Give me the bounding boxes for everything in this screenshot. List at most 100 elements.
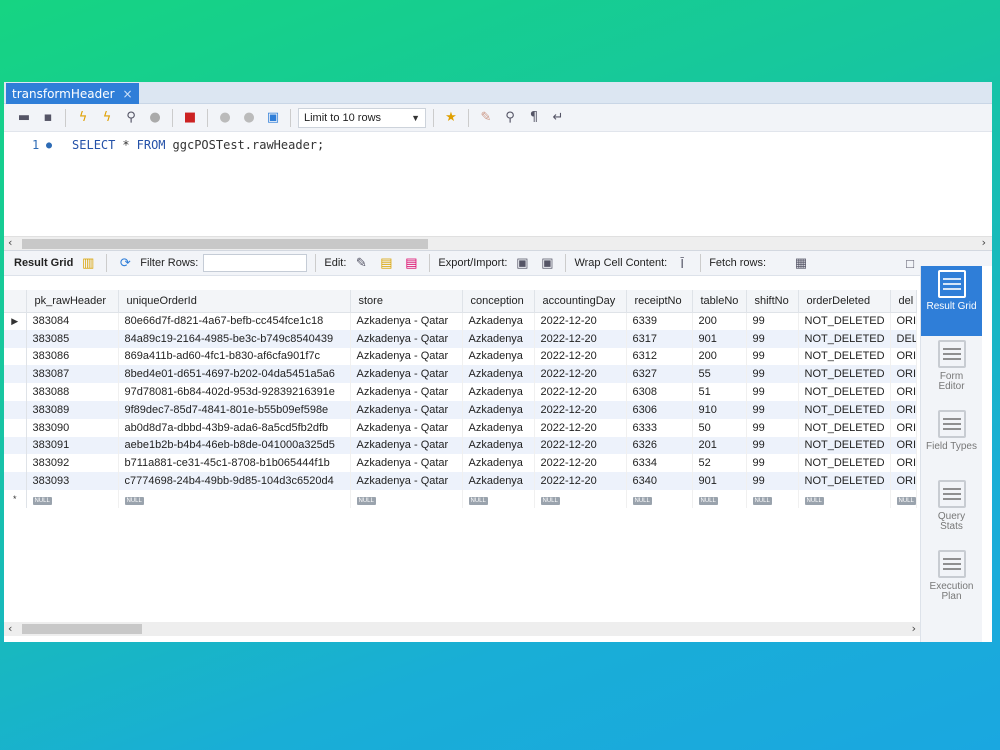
stop-icon[interactable]: ● — [145, 108, 165, 128]
table-cell[interactable]: ORI — [890, 472, 917, 490]
table-cell[interactable]: 99 — [746, 436, 799, 455]
wrap-icon[interactable]: ↵ — [548, 108, 568, 128]
table-row[interactable]: 383089 9f89dec7-85d7-4841-801e-b55b09ef59… — [4, 400, 917, 419]
table-cell[interactable]: DEL — [890, 329, 917, 348]
table-cell[interactable]: 2022-12-20 — [534, 383, 627, 401]
table-cell[interactable]: 55 — [692, 365, 747, 384]
column-header-orderDeleted[interactable]: orderDeleted — [798, 290, 891, 313]
table-cell[interactable]: 901 — [692, 472, 747, 490]
table-cell[interactable]: NOT_DELETED — [798, 312, 891, 330]
table-row[interactable]: 383092 b711a881-ce31-45c1-8708-b1b065444f… — [4, 454, 917, 473]
table-cell[interactable]: ORI — [890, 400, 917, 419]
side-tab-execution-plan[interactable]: Execution Plan — [921, 546, 982, 616]
grid-horizontal-scrollbar[interactable]: ‹ › — [4, 622, 920, 636]
table-cell[interactable]: ORI — [890, 436, 917, 455]
table-cell[interactable]: 383091 — [26, 436, 119, 455]
null-cell[interactable]: NULL — [350, 489, 463, 508]
table-cell[interactable]: Azkadenya — [462, 383, 535, 401]
table-cell[interactable]: 201 — [692, 436, 747, 455]
sql-editor[interactable]: 1 ● SELECT * FROM ggcPOSTest.rawHeader; — [4, 132, 992, 236]
toggle-panel-icon[interactable]: □ — [900, 253, 920, 273]
autocommit-icon[interactable]: ▣ — [263, 108, 283, 128]
column-header-receiptNo[interactable]: receiptNo — [626, 290, 693, 313]
find-icon[interactable]: ⚲ — [500, 108, 520, 128]
table-cell[interactable]: 383093 — [26, 472, 119, 490]
table-cell[interactable]: 6326 — [626, 436, 693, 455]
table-cell[interactable]: NOT_DELETED — [798, 418, 891, 437]
table-cell[interactable]: aebe1b2b-b4b4-46eb-b8de-041000a325d5 — [118, 436, 351, 455]
tab-transformheader[interactable]: transformHeader × — [6, 83, 139, 104]
row-header[interactable] — [4, 365, 27, 384]
edit-row-icon[interactable]: ✎ — [351, 253, 371, 273]
table-cell[interactable]: 383085 — [26, 329, 119, 348]
row-header[interactable] — [4, 472, 27, 490]
insert-row-icon[interactable]: ▤ — [376, 253, 396, 273]
table-cell[interactable]: Azkadenya - Qatar — [350, 436, 463, 455]
toggle-error-icon[interactable]: ■ — [180, 108, 200, 128]
new-row-marker[interactable]: * — [4, 489, 27, 508]
table-cell[interactable]: 8bed4e01-d651-4697-b202-04da5451a5a6 — [118, 365, 351, 384]
table-cell[interactable]: 52 — [692, 454, 747, 473]
table-cell[interactable]: Azkadenya - Qatar — [350, 365, 463, 384]
table-cell[interactable]: 200 — [692, 347, 747, 366]
clean-icon[interactable]: ✎ — [476, 108, 496, 128]
table-cell[interactable]: Azkadenya — [462, 312, 535, 330]
null-cell[interactable]: NULL — [462, 489, 535, 508]
grid-icon[interactable]: ▥ — [78, 253, 98, 273]
table-cell[interactable]: 6340 — [626, 472, 693, 490]
table-cell[interactable]: 2022-12-20 — [534, 472, 627, 490]
table-cell[interactable]: 99 — [746, 400, 799, 419]
refresh-icon[interactable]: ⟳ — [115, 253, 135, 273]
table-row[interactable]: 383090 ab0d8d7a-dbbd-43b9-ada6-8a5cd5fb2d… — [4, 418, 917, 437]
table-cell[interactable]: NOT_DELETED — [798, 347, 891, 366]
row-header[interactable] — [4, 347, 27, 366]
table-row[interactable]: 383088 97d78081-6b84-402d-953d-9283921639… — [4, 383, 917, 401]
table-row[interactable]: 383093 c7774698-24b4-49bb-9d85-104d3c6520… — [4, 472, 917, 490]
table-cell[interactable]: 99 — [746, 365, 799, 384]
table-cell[interactable]: c7774698-24b4-49bb-9d85-104d3c6520d4 — [118, 472, 351, 490]
table-cell[interactable]: 99 — [746, 472, 799, 490]
table-cell[interactable]: 6312 — [626, 347, 693, 366]
table-cell[interactable]: 2022-12-20 — [534, 329, 627, 348]
table-cell[interactable]: Azkadenya — [462, 347, 535, 366]
scroll-thumb[interactable] — [22, 239, 428, 249]
table-cell[interactable]: Azkadenya - Qatar — [350, 383, 463, 401]
table-cell[interactable]: 869a411b-ad60-4fc1-b830-af6cfa901f7c — [118, 347, 351, 366]
table-cell[interactable]: NOT_DELETED — [798, 365, 891, 384]
table-cell[interactable]: Azkadenya — [462, 400, 535, 419]
row-header[interactable] — [4, 383, 27, 401]
table-cell[interactable]: 2022-12-20 — [534, 454, 627, 473]
table-cell[interactable]: 2022-12-20 — [534, 365, 627, 384]
table-cell[interactable]: ab0d8d7a-dbbd-43b9-ada6-8a5cd5fb2dfb — [118, 418, 351, 437]
row-header[interactable] — [4, 329, 27, 348]
table-cell[interactable]: Azkadenya - Qatar — [350, 454, 463, 473]
table-cell[interactable]: ORI — [890, 312, 917, 330]
table-cell[interactable]: Azkadenya — [462, 472, 535, 490]
table-row[interactable]: 383086 869a411b-ad60-4fc1-b830-af6cfa901f… — [4, 347, 917, 366]
table-cell[interactable]: 6308 — [626, 383, 693, 401]
export-icon[interactable]: ▣ — [512, 253, 532, 273]
table-cell[interactable]: 910 — [692, 400, 747, 419]
table-cell[interactable]: 383089 — [26, 400, 119, 419]
column-header-pk_rawHeader[interactable]: pk_rawHeader — [26, 290, 119, 313]
table-cell[interactable]: 6327 — [626, 365, 693, 384]
table-cell[interactable]: 99 — [746, 329, 799, 348]
table-cell[interactable]: ORI — [890, 454, 917, 473]
column-header-conception[interactable]: conception — [462, 290, 535, 313]
table-cell[interactable]: 2022-12-20 — [534, 418, 627, 437]
table-cell[interactable]: NOT_DELETED — [798, 454, 891, 473]
null-cell[interactable]: NULL — [746, 489, 799, 508]
import-icon[interactable]: ▣ — [537, 253, 557, 273]
table-cell[interactable]: Azkadenya — [462, 418, 535, 437]
table-cell[interactable]: ORI — [890, 347, 917, 366]
side-tab-result-grid[interactable]: Result Grid — [921, 266, 982, 336]
save-icon[interactable]: ▪ — [38, 108, 58, 128]
table-cell[interactable]: NOT_DELETED — [798, 472, 891, 490]
column-header-tableNo[interactable]: tableNo — [692, 290, 747, 313]
null-cell[interactable]: NULL — [26, 489, 119, 508]
table-cell[interactable]: 51 — [692, 383, 747, 401]
column-header-shiftNo[interactable]: shiftNo — [746, 290, 799, 313]
table-cell[interactable]: 901 — [692, 329, 747, 348]
limit-rows-select[interactable]: Limit to 10 rows ▼ — [298, 107, 426, 128]
table-cell[interactable]: Azkadenya - Qatar — [350, 329, 463, 348]
